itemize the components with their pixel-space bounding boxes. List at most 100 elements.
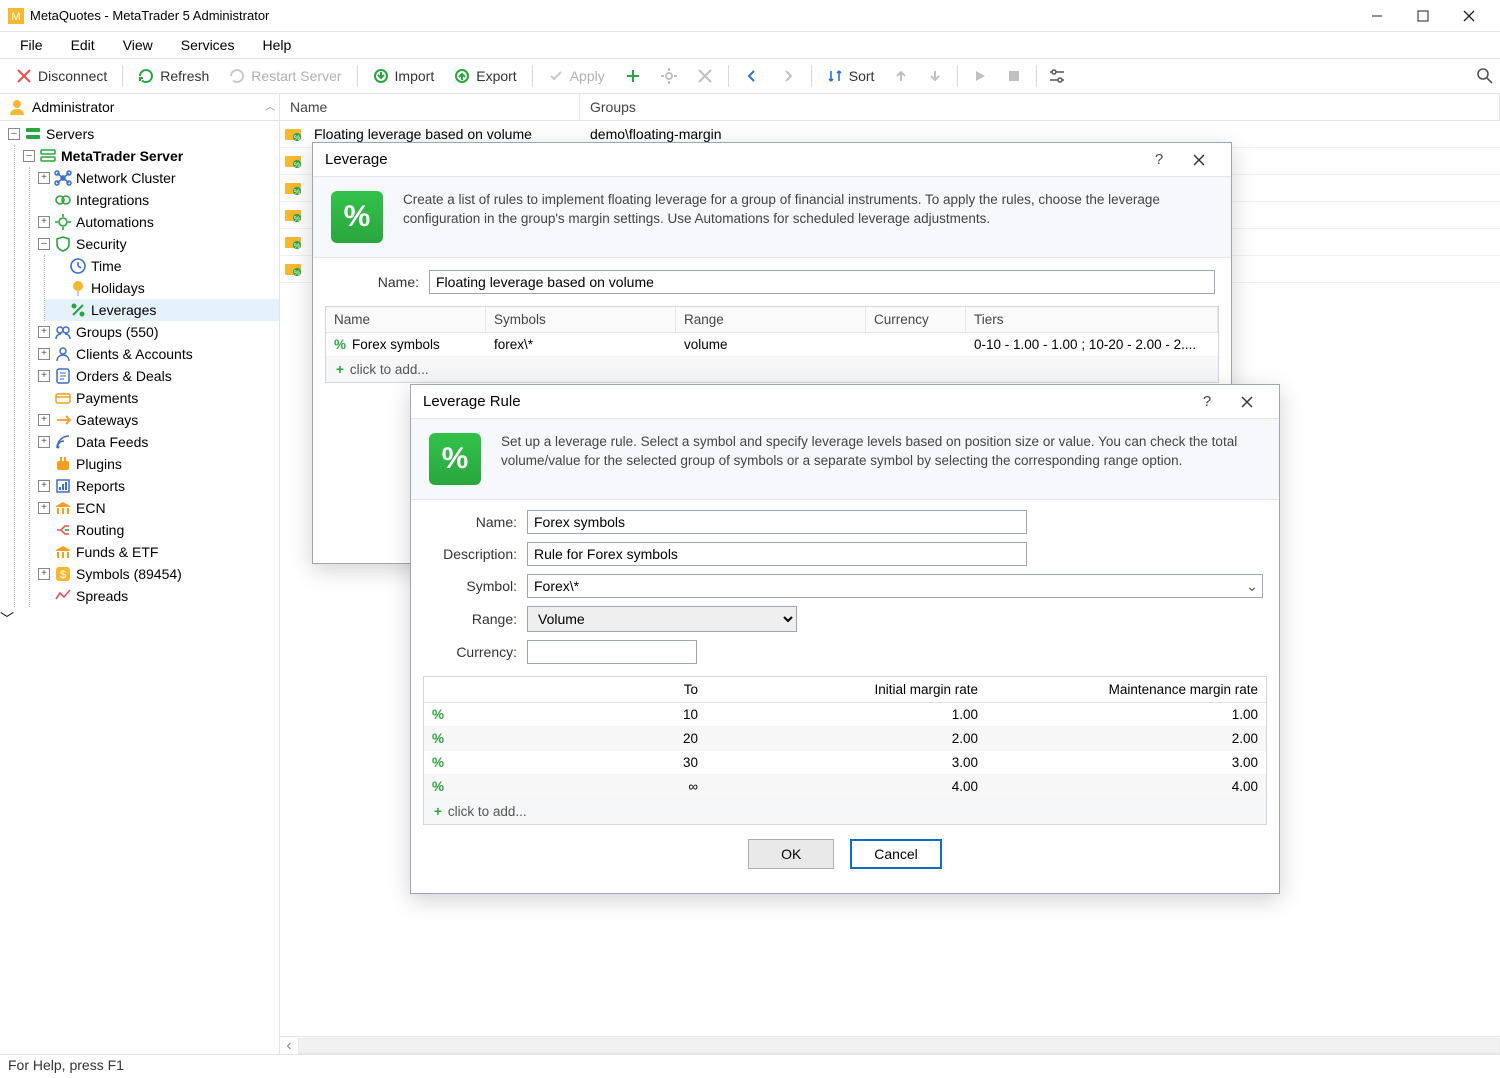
ok-button[interactable]: OK bbox=[748, 839, 834, 869]
col-rule-tiers[interactable]: Tiers bbox=[966, 307, 1218, 332]
node-spreads[interactable]: Spreads bbox=[30, 585, 279, 607]
rule-currency-input[interactable] bbox=[527, 640, 697, 664]
add-button[interactable] bbox=[615, 64, 651, 88]
tier-row[interactable]: %303.003.00 bbox=[424, 751, 1266, 775]
nav-back-button[interactable] bbox=[734, 64, 770, 88]
node-orders[interactable]: +Orders & Deals bbox=[30, 365, 279, 387]
rule-symbol-combo[interactable]: Forex\* ⌄ bbox=[527, 574, 1263, 598]
expand-icon[interactable]: + bbox=[38, 172, 50, 184]
col-imr[interactable]: Initial margin rate bbox=[706, 677, 986, 702]
tier-row[interactable]: %101.001.00 bbox=[424, 703, 1266, 727]
help-button[interactable]: ? bbox=[1139, 143, 1179, 177]
col-rule-name[interactable]: Name bbox=[326, 307, 486, 332]
leverage-rule-dialog: Leverage Rule ? % Set up a leverage rule… bbox=[410, 384, 1280, 894]
node-time[interactable]: Time bbox=[45, 255, 279, 277]
menu-services[interactable]: Services bbox=[167, 34, 249, 56]
rule-row[interactable]: %Forex symbols forex\* volume 0-10 - 1.0… bbox=[326, 333, 1218, 357]
search-input[interactable] bbox=[1074, 68, 1468, 84]
node-plugins[interactable]: Plugins bbox=[30, 453, 279, 475]
apply-button[interactable]: Apply bbox=[538, 64, 615, 88]
menu-edit[interactable]: Edit bbox=[57, 34, 109, 56]
expand-icon[interactable]: + bbox=[38, 326, 50, 338]
col-rule-range[interactable]: Range bbox=[676, 307, 866, 332]
restart-server-button[interactable]: Restart Server bbox=[219, 64, 351, 88]
expand-icon[interactable]: + bbox=[38, 370, 50, 382]
node-clients[interactable]: +Clients & Accounts bbox=[30, 343, 279, 365]
expand-icon[interactable]: + bbox=[38, 502, 50, 514]
node-gateways[interactable]: +Gateways bbox=[30, 409, 279, 431]
node-holidays[interactable]: Holidays bbox=[45, 277, 279, 299]
col-groups[interactable]: Groups bbox=[580, 94, 1500, 120]
leverage-name-input[interactable] bbox=[429, 270, 1215, 294]
percent-icon: % bbox=[424, 775, 454, 798]
expand-icon[interactable]: + bbox=[38, 414, 50, 426]
rule-desc-input[interactable] bbox=[527, 542, 1027, 566]
gear-button[interactable] bbox=[651, 64, 687, 88]
expand-icon[interactable]: + bbox=[38, 348, 50, 360]
node-security[interactable]: –Security bbox=[30, 233, 279, 255]
tier-row[interactable]: %202.002.00 bbox=[424, 727, 1266, 751]
play-button[interactable] bbox=[963, 65, 997, 87]
expand-icon[interactable]: + bbox=[38, 480, 50, 492]
collapse-icon[interactable]: – bbox=[38, 238, 50, 250]
scroll-up-icon[interactable]: ︿ bbox=[265, 98, 275, 113]
menu-help[interactable]: Help bbox=[248, 34, 305, 56]
node-automations[interactable]: +Automations bbox=[30, 211, 279, 233]
node-reports[interactable]: +Reports bbox=[30, 475, 279, 497]
col-rule-symbols[interactable]: Symbols bbox=[486, 307, 676, 332]
node-network-cluster[interactable]: +Network Cluster bbox=[30, 167, 279, 189]
node-payments[interactable]: Payments bbox=[30, 387, 279, 409]
node-funds[interactable]: Funds & ETF bbox=[30, 541, 279, 563]
col-to[interactable]: To bbox=[454, 677, 706, 702]
col-rule-currency[interactable]: Currency bbox=[866, 307, 966, 332]
menu-view[interactable]: View bbox=[109, 34, 167, 56]
node-ecn[interactable]: +ECN bbox=[30, 497, 279, 519]
collapse-icon[interactable]: – bbox=[8, 128, 20, 140]
move-down-button[interactable] bbox=[918, 65, 952, 87]
tree-label: Symbols (89454) bbox=[76, 566, 182, 582]
scroll-down-icon[interactable]: ﹀ bbox=[0, 611, 14, 627]
settings-icon[interactable] bbox=[1048, 68, 1066, 84]
collapse-icon[interactable]: – bbox=[23, 150, 35, 162]
close-icon[interactable] bbox=[1179, 143, 1219, 177]
close-icon[interactable] bbox=[1227, 385, 1267, 419]
expand-icon[interactable]: + bbox=[38, 568, 50, 580]
cancel-button[interactable]: Cancel bbox=[850, 839, 942, 869]
add-rule-row[interactable]: + click to add... bbox=[326, 357, 1218, 382]
move-up-button[interactable] bbox=[884, 65, 918, 87]
expand-icon[interactable]: + bbox=[38, 436, 50, 448]
refresh-button[interactable]: Refresh bbox=[128, 64, 219, 88]
node-symbols[interactable]: +$Symbols (89454) bbox=[30, 563, 279, 585]
delete-button[interactable] bbox=[687, 64, 723, 88]
tier-row[interactable]: %∞4.004.00 bbox=[424, 775, 1266, 799]
percent-icon: % bbox=[424, 703, 454, 726]
node-datafeeds[interactable]: +Data Feeds bbox=[30, 431, 279, 453]
h-scrollbar[interactable]: ‹ bbox=[280, 1036, 1500, 1054]
col-name[interactable]: Name bbox=[280, 94, 580, 120]
add-tier-row[interactable]: + click to add... bbox=[424, 799, 1266, 824]
rule-name-input[interactable] bbox=[527, 510, 1027, 534]
rule-range-select[interactable]: Volume bbox=[527, 606, 797, 632]
node-groups[interactable]: +Groups (550) bbox=[30, 321, 279, 343]
col-mmr[interactable]: Maintenance margin rate bbox=[986, 677, 1266, 702]
maximize-button[interactable] bbox=[1400, 0, 1446, 32]
help-button[interactable]: ? bbox=[1187, 385, 1227, 419]
nav-fwd-button[interactable] bbox=[770, 64, 806, 88]
stop-button[interactable] bbox=[997, 65, 1031, 87]
minimize-button[interactable] bbox=[1354, 0, 1400, 32]
node-servers[interactable]: – Servers bbox=[0, 123, 279, 145]
close-button[interactable] bbox=[1446, 0, 1492, 32]
search-icon[interactable] bbox=[1476, 67, 1494, 85]
node-mt-server[interactable]: – MetaTrader Server bbox=[15, 145, 279, 167]
sort-button[interactable]: Sort bbox=[817, 64, 885, 88]
disconnect-button[interactable]: Disconnect bbox=[6, 64, 117, 88]
import-button[interactable]: Import bbox=[363, 64, 445, 88]
node-leverages[interactable]: Leverages bbox=[45, 299, 279, 321]
node-routing[interactable]: Routing bbox=[30, 519, 279, 541]
menu-file[interactable]: File bbox=[6, 34, 57, 56]
tree-header[interactable]: Administrator ︿ bbox=[0, 94, 279, 121]
expand-icon[interactable]: + bbox=[38, 216, 50, 228]
servers-label: Servers bbox=[46, 126, 94, 142]
export-button[interactable]: Export bbox=[444, 64, 526, 88]
node-integrations[interactable]: Integrations bbox=[30, 189, 279, 211]
